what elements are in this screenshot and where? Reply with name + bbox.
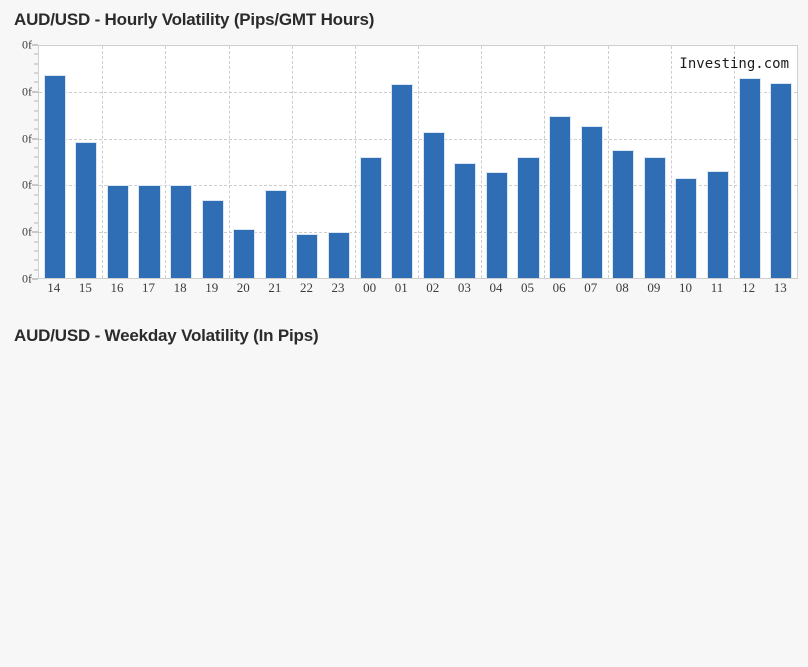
x-axis-label: 11: [710, 280, 724, 295]
bar[interactable]: [106, 185, 129, 278]
x-axis-label: 10: [678, 280, 692, 295]
x-axis-label: 18: [173, 280, 187, 295]
volatility-charts-page: AUD/USD - Hourly Volatility (Pips/GMT Ho…: [0, 0, 808, 667]
x-axis-label: 21: [268, 280, 282, 295]
hourly-volatility-chart: AUD/USD - Hourly Volatility (Pips/GMT Ho…: [0, 0, 808, 318]
x-axis-label: 12: [742, 280, 756, 295]
x-axis-label: 15: [78, 280, 92, 295]
x-axis-label: 01: [394, 280, 408, 295]
bar[interactable]: [201, 200, 224, 278]
bar[interactable]: [327, 231, 351, 278]
bar[interactable]: [706, 171, 730, 278]
bar[interactable]: [612, 150, 635, 278]
x-axis-label: 09: [647, 280, 661, 295]
bar[interactable]: [359, 157, 382, 278]
x-axis-label: 23: [331, 280, 345, 295]
x-axis-label: 08: [615, 280, 629, 295]
watermark-label: Investing.com: [679, 56, 789, 72]
bar[interactable]: [738, 78, 761, 278]
bar[interactable]: [296, 233, 319, 278]
bar[interactable]: [422, 131, 445, 278]
y-axis-label: 0f: [22, 224, 32, 239]
x-axis-label: 02: [426, 280, 440, 295]
x-axis-label: 16: [110, 280, 124, 295]
bar[interactable]: [643, 157, 666, 278]
weekday-chart-title: AUD/USD - Weekday Volatility (In Pips): [14, 326, 319, 345]
y-axis-label: 0f: [22, 271, 32, 286]
bar[interactable]: [75, 142, 98, 278]
bar[interactable]: [770, 83, 793, 278]
y-axis-label: 0f: [22, 37, 32, 52]
bar[interactable]: [580, 126, 603, 278]
x-axis-label: 19: [205, 280, 219, 295]
x-axis-label: 14: [47, 280, 61, 295]
bar[interactable]: [549, 115, 572, 278]
weekday-volatility-chart: AUD/USD - Weekday Volatility (In Pips) 0…: [0, 320, 808, 667]
bar[interactable]: [391, 84, 414, 278]
x-axis-label: 00: [363, 280, 377, 295]
x-axis-label: 05: [521, 280, 535, 295]
x-axis-label: 20: [236, 280, 250, 295]
x-axis-label: 03: [457, 280, 471, 295]
x-axis-label: 06: [552, 280, 566, 295]
x-axis-label: 04: [489, 280, 503, 295]
x-axis-label: 22: [299, 280, 313, 295]
bar[interactable]: [233, 229, 256, 278]
x-axis-label: 13: [773, 280, 787, 295]
hourly-y-axis: 0f 0f 0f 0f 0f 0f: [0, 38, 38, 286]
y-axis-label: 0f: [22, 131, 32, 146]
y-axis-label: 0f: [22, 84, 32, 99]
bar[interactable]: [517, 157, 540, 278]
bar[interactable]: [675, 178, 698, 278]
hourly-bars: [39, 46, 797, 278]
hourly-chart-title: AUD/USD - Hourly Volatility (Pips/GMT Ho…: [14, 10, 375, 29]
bar[interactable]: [454, 163, 477, 278]
hourly-plot-area: Investing.com: [38, 45, 798, 279]
bar[interactable]: [170, 185, 193, 278]
bar[interactable]: [264, 189, 287, 278]
bar[interactable]: [485, 172, 508, 278]
bar[interactable]: [43, 75, 66, 278]
bar[interactable]: [138, 185, 161, 278]
x-axis-label: 07: [584, 280, 598, 295]
hourly-x-axis: 14 15 16 17 18 19 20 21 22 23 00 01 02 03 04 05 06 07 08 09…: [38, 280, 798, 302]
y-axis-label: 0f: [22, 177, 32, 192]
x-axis-label: 17: [142, 280, 156, 295]
